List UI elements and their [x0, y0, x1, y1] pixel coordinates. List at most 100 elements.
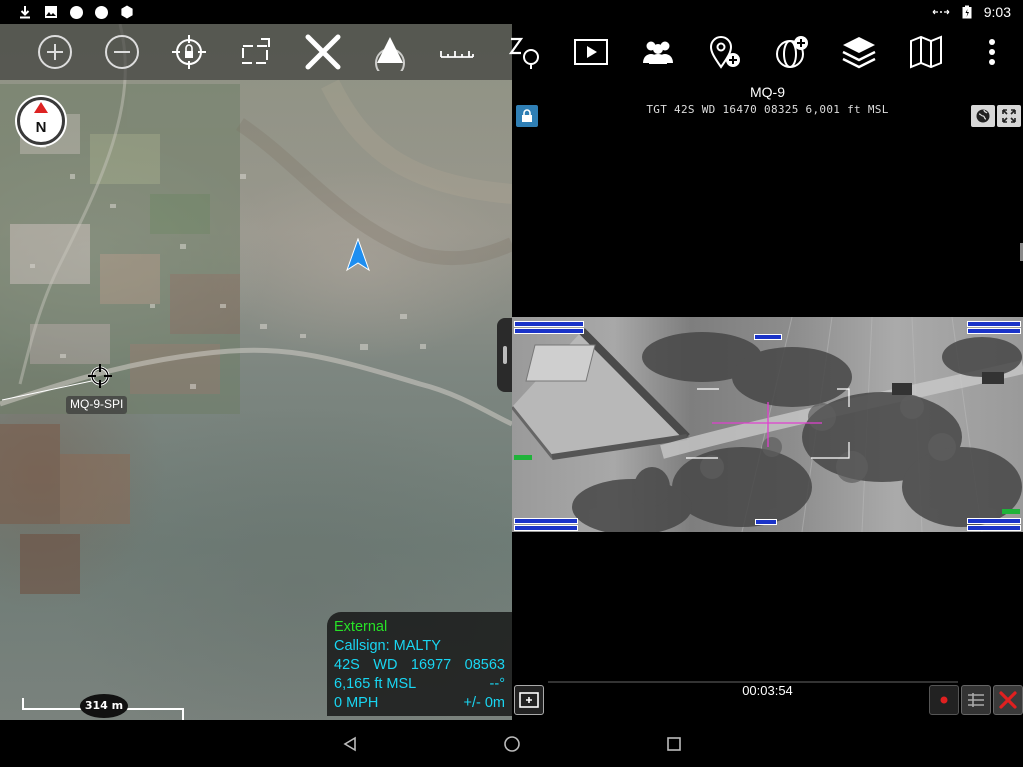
screenshot-icon: [519, 692, 539, 708]
fullscreen-icon: [1002, 109, 1016, 123]
x-logo-icon: [305, 34, 341, 70]
route-button[interactable]: [500, 28, 548, 76]
video-controls: 00:03:54: [512, 681, 1023, 717]
hud-indicator: [1002, 509, 1020, 514]
x-logo-button[interactable]: [299, 28, 347, 76]
record-button[interactable]: [929, 685, 959, 715]
route-icon: [508, 37, 539, 69]
video-title: MQ-9: [750, 84, 785, 100]
app-root: 9:03 N MQ-9-SPI 314 m External Callsign:…: [0, 0, 1023, 767]
circle-icon: [70, 5, 83, 19]
image-icon: [45, 6, 57, 18]
scale-label: 314 m: [80, 694, 128, 718]
hud-indicator: [514, 455, 532, 460]
more-vertical-icon: [989, 39, 995, 65]
record-icon: [940, 696, 948, 704]
add-globe-icon: [776, 36, 808, 68]
add-globe-button[interactable]: [768, 28, 816, 76]
hud-data-box: [514, 525, 578, 531]
scale-bar: 314 m: [22, 694, 184, 720]
zoom-out-icon: [105, 35, 139, 69]
list-icon: [968, 693, 984, 707]
close-icon: [999, 691, 1017, 709]
layers-button[interactable]: [835, 28, 883, 76]
contacts-icon: [643, 41, 673, 64]
close-video-button[interactable]: [993, 685, 1023, 715]
signal-arrows-icon: [932, 9, 950, 15]
info-coordinates: 42S WD 16977 08563: [334, 656, 505, 675]
home-circle-icon: [504, 736, 520, 752]
video-pane: MQ-9 TGT 42S WD 16470 08325 6,001 ft MSL: [512, 80, 1023, 720]
video-play-icon: [574, 39, 608, 65]
globe-button[interactable]: [971, 105, 995, 127]
home-button[interactable]: [500, 732, 524, 756]
contacts-button[interactable]: [634, 28, 682, 76]
hud-data-box: [514, 328, 584, 334]
info-grid: 42S: [334, 657, 360, 673]
info-altitude-row: 6,165 ft MSL --°: [334, 675, 505, 694]
hud-data-box: [755, 519, 777, 525]
back-button[interactable]: [338, 732, 362, 756]
layers-icon: [842, 37, 876, 69]
zoom-in-button[interactable]: [31, 28, 79, 76]
video-feed[interactable]: [512, 317, 1023, 532]
compass-button[interactable]: N: [17, 97, 65, 145]
compass-label: N: [35, 119, 47, 136]
status-bar: 9:03: [0, 0, 1023, 24]
ir-scene: [512, 317, 1023, 532]
hud-data-box: [514, 518, 578, 524]
info-speed: 0 MPH: [334, 695, 379, 711]
info-heading: --°: [489, 676, 505, 692]
zoom-out-button[interactable]: [98, 28, 146, 76]
circle-icon: [95, 5, 108, 19]
cone-button[interactable]: [366, 28, 414, 76]
navigation-bar: [0, 720, 1023, 767]
map-icon: [910, 35, 942, 69]
info-altitude: 6,165 ft MSL: [334, 676, 417, 692]
more-options-button[interactable]: [968, 28, 1016, 76]
lock-icon: [522, 109, 532, 122]
clock: 9:03: [983, 4, 1011, 20]
zoom-in-icon: [38, 35, 72, 69]
settings-icon: [121, 5, 133, 19]
add-point-button[interactable]: [701, 28, 749, 76]
north-arrow-icon: [34, 102, 48, 113]
ruler-button[interactable]: [433, 28, 481, 76]
rotate-icon: [242, 38, 270, 64]
add-point-icon: [709, 36, 740, 69]
spi-label: MQ-9-SPI: [66, 396, 128, 414]
info-speed-row: 0 MPH +/- 0m: [334, 694, 505, 713]
split-handle[interactable]: [497, 318, 513, 392]
battery-icon: [962, 5, 972, 19]
self-location-arrow-icon[interactable]: [345, 238, 371, 272]
download-icon: [20, 6, 30, 19]
hud-data-box: [514, 321, 584, 327]
info-grid-square: WD: [373, 657, 398, 673]
lock-location-button[interactable]: [165, 28, 213, 76]
rotate-button[interactable]: [232, 28, 280, 76]
ruler-icon: [440, 51, 474, 58]
video-play-button[interactable]: [567, 28, 615, 76]
back-triangle-icon: [343, 736, 356, 752]
info-accuracy: +/- 0m: [463, 695, 506, 711]
map-button[interactable]: [902, 28, 950, 76]
recents-button[interactable]: [662, 732, 686, 756]
fullscreen-button[interactable]: [997, 105, 1021, 127]
info-easting: 16977: [410, 657, 452, 673]
globe-icon: [976, 109, 990, 123]
lock-location-icon: [172, 35, 206, 69]
hud-data-box: [967, 518, 1021, 524]
hud-data-box: [967, 328, 1021, 334]
hud-data-box: [967, 321, 1021, 327]
info-callsign: Callsign: MALTY: [334, 638, 441, 654]
info-northing: 08563: [464, 657, 505, 673]
hud-data-box: [754, 334, 782, 340]
self-info-panel[interactable]: External Callsign: MALTY 42S WD 16977 08…: [327, 612, 513, 716]
drag-grip-icon: [503, 346, 507, 364]
crosshair-icon[interactable]: [86, 362, 114, 390]
video-lock-button[interactable]: [516, 105, 538, 127]
hud-data-box: [967, 525, 1021, 531]
snapshot-button[interactable]: [514, 685, 544, 715]
video-list-button[interactable]: [961, 685, 991, 715]
target-readout: TGT 42S WD 16470 08325 6,001 ft MSL: [646, 103, 889, 116]
